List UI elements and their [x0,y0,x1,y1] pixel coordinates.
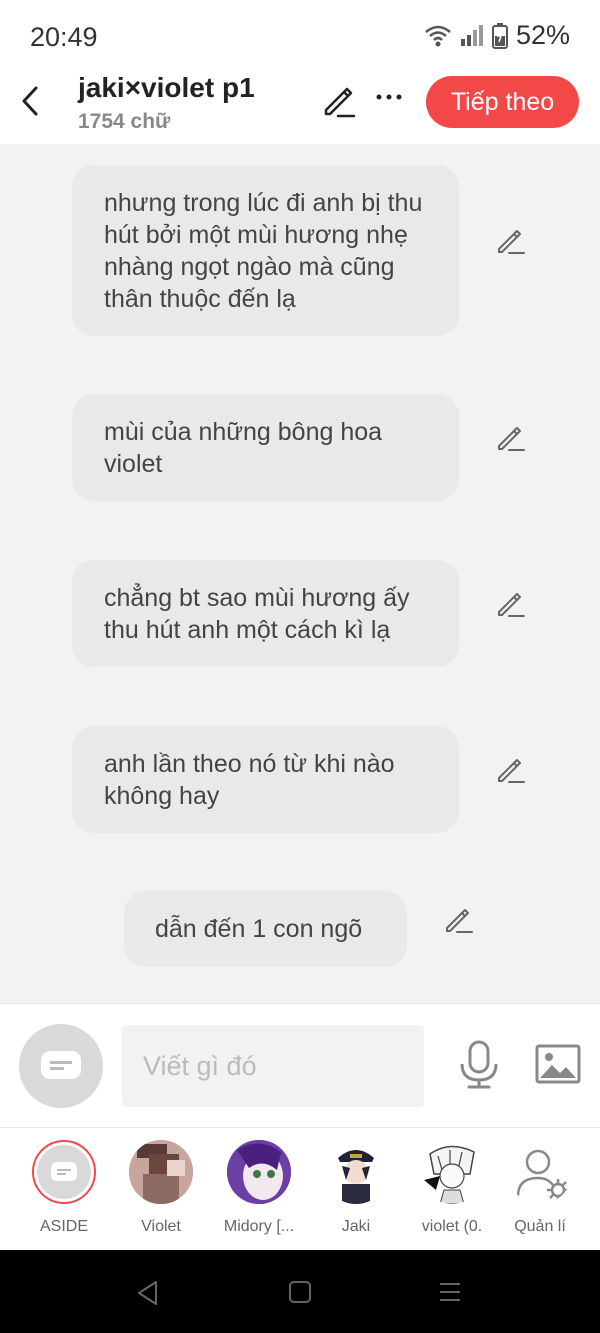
chat-bubble-icon [41,1051,81,1079]
story-header: jaki×violet p1 1754 chữ Tiếp theo [0,72,600,144]
avatar [227,1140,291,1204]
avatar [324,1140,388,1204]
midory-avatar-art [227,1140,291,1204]
character-name: Violet [141,1218,181,1235]
nav-menu-icon[interactable] [438,1281,462,1303]
character-name: violet (0. [421,1218,483,1235]
edit-message-icon[interactable] [495,225,527,257]
chat-bubble-icon [51,1162,77,1181]
message-bubble[interactable]: nhưng trong lúc đi anh bị thu hút bởi mộ… [72,165,459,336]
character-name: Quản lí [514,1218,566,1235]
status-bar: 20:49 52% [0,0,600,72]
nav-back-icon[interactable] [136,1280,160,1306]
battery-percent: 52% [515,20,570,50]
more-options-icon[interactable] [372,82,406,112]
message-bubble[interactable]: anh lần theo nó từ khi nào không hay [72,726,459,833]
avatar [129,1140,193,1204]
composer: Viết gì đó [0,1003,600,1127]
edit-message-icon[interactable] [495,754,527,786]
battery-icon [491,22,508,49]
edit-title-icon[interactable] [320,82,358,120]
violet-avatar-art [129,1140,193,1204]
edit-message-icon[interactable] [443,904,475,936]
manage-users-icon [508,1140,572,1204]
character-name: Midory [... [223,1218,295,1235]
character-violet[interactable]: Violet [113,1140,209,1236]
message-bubble[interactable]: mùi của những bông hoa violet [72,394,459,501]
avatar [420,1140,484,1204]
aside-avatar [32,1140,96,1204]
character-aside[interactable]: ASIDE [16,1140,112,1236]
aside-toggle-button[interactable] [19,1024,103,1108]
jaki-avatar-art [324,1140,388,1204]
image-upload-icon[interactable] [535,1044,581,1084]
next-button[interactable]: Tiếp theo [426,76,579,128]
character-jaki[interactable]: Jaki [308,1140,404,1236]
character-bar: ASIDE Violet Midory [... Jaki violet (0.… [0,1127,600,1250]
message-list: nhưng trong lúc đi anh bị thu hút bởi mộ… [0,144,600,1003]
system-nav-bar [0,1250,600,1333]
violet-0-avatar-art [420,1140,484,1204]
character-name: Jaki [341,1218,371,1235]
character-midory[interactable]: Midory [... [211,1140,307,1236]
character-manager[interactable]: Quản lí [492,1140,588,1236]
edit-message-icon[interactable] [495,588,527,620]
page-title: jaki×violet p1 [78,72,255,103]
nav-home-icon[interactable] [288,1280,312,1304]
microphone-icon[interactable] [458,1040,500,1090]
word-count: 1754 chữ [78,110,171,133]
edit-message-icon[interactable] [495,422,527,454]
status-time: 20:49 [30,22,98,52]
wifi-icon [425,25,451,46]
message-input[interactable]: Viết gì đó [122,1025,424,1107]
character-violet-0[interactable]: violet (0. [404,1140,500,1236]
signal-icon [460,24,483,46]
message-bubble[interactable]: chẳng bt sao mùi hương ấy thu hút anh mộ… [72,560,459,667]
character-name: ASIDE [39,1218,88,1235]
status-icons: 52% [424,20,570,51]
message-bubble[interactable]: dẫn đến 1 con ngõ [124,891,407,967]
back-arrow-icon[interactable] [14,84,48,118]
